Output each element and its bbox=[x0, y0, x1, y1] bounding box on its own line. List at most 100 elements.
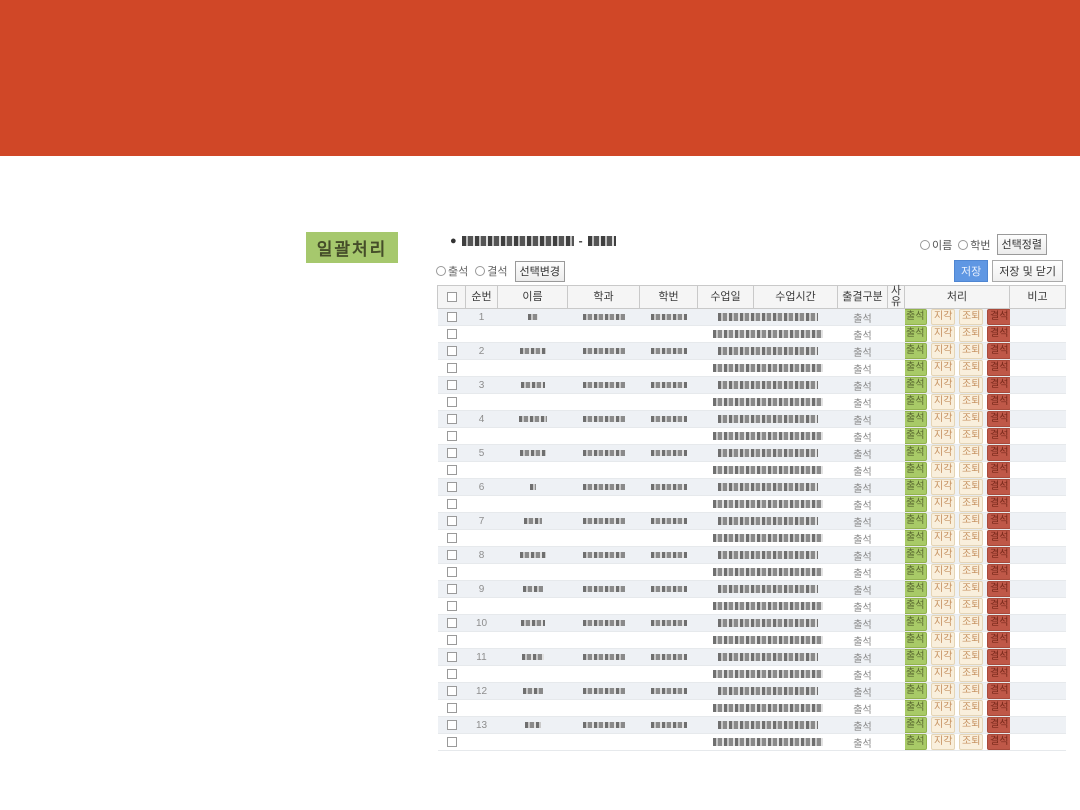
action-button-absent[interactable]: 결석 bbox=[987, 717, 1010, 733]
action-button-late[interactable]: 지각 bbox=[931, 496, 955, 512]
action-button-absent[interactable]: 결석 bbox=[987, 394, 1010, 410]
row-checkbox[interactable] bbox=[447, 686, 457, 696]
row-checkbox[interactable] bbox=[447, 363, 457, 373]
action-button-absent[interactable]: 결석 bbox=[987, 700, 1010, 716]
row-checkbox[interactable] bbox=[447, 346, 457, 356]
action-button-attend[interactable]: 출석 bbox=[905, 683, 928, 699]
action-button-late[interactable]: 지각 bbox=[931, 445, 955, 461]
action-button-attend[interactable]: 출석 bbox=[905, 734, 928, 750]
action-button-absent[interactable]: 결석 bbox=[987, 462, 1010, 478]
row-checkbox[interactable] bbox=[447, 567, 457, 577]
row-checkbox[interactable] bbox=[447, 703, 457, 713]
action-button-early-leave[interactable]: 조퇴 bbox=[959, 496, 983, 512]
row-checkbox[interactable] bbox=[447, 414, 457, 424]
action-button-absent[interactable]: 결석 bbox=[987, 343, 1010, 359]
action-button-late[interactable]: 지각 bbox=[931, 683, 955, 699]
action-button-late[interactable]: 지각 bbox=[931, 581, 955, 597]
action-button-attend[interactable]: 출석 bbox=[905, 530, 928, 546]
radio-icon[interactable] bbox=[958, 240, 968, 250]
action-button-absent[interactable]: 결석 bbox=[987, 428, 1010, 444]
save-button[interactable]: 저장 bbox=[954, 260, 988, 282]
action-button-attend[interactable]: 출석 bbox=[905, 717, 928, 733]
action-button-early-leave[interactable]: 조퇴 bbox=[959, 649, 983, 665]
action-button-early-leave[interactable]: 조퇴 bbox=[959, 700, 983, 716]
action-button-absent[interactable]: 결석 bbox=[987, 411, 1010, 427]
row-checkbox[interactable] bbox=[447, 465, 457, 475]
sort-by-id-option[interactable]: 학번 bbox=[958, 237, 990, 253]
action-button-attend[interactable]: 출석 bbox=[905, 343, 928, 359]
radio-icon[interactable] bbox=[920, 240, 930, 250]
row-checkbox[interactable] bbox=[447, 720, 457, 730]
action-button-absent[interactable]: 결석 bbox=[987, 445, 1010, 461]
action-button-absent[interactable]: 결석 bbox=[987, 479, 1010, 495]
action-button-late[interactable]: 지각 bbox=[931, 700, 955, 716]
row-checkbox[interactable] bbox=[447, 312, 457, 322]
row-checkbox[interactable] bbox=[447, 482, 457, 492]
radio-icon[interactable] bbox=[475, 266, 485, 276]
action-button-late[interactable]: 지각 bbox=[931, 564, 955, 580]
action-button-late[interactable]: 지각 bbox=[931, 309, 955, 325]
action-button-attend[interactable]: 출석 bbox=[905, 309, 928, 325]
action-button-early-leave[interactable]: 조퇴 bbox=[959, 309, 983, 325]
action-button-early-leave[interactable]: 조퇴 bbox=[959, 445, 983, 461]
row-checkbox[interactable] bbox=[447, 635, 457, 645]
sort-by-name-option[interactable]: 이름 bbox=[920, 237, 952, 253]
action-button-early-leave[interactable]: 조퇴 bbox=[959, 581, 983, 597]
row-checkbox[interactable] bbox=[447, 533, 457, 543]
action-button-late[interactable]: 지각 bbox=[931, 377, 955, 393]
action-button-late[interactable]: 지각 bbox=[931, 615, 955, 631]
action-button-absent[interactable]: 결석 bbox=[987, 734, 1010, 750]
action-button-attend[interactable]: 출석 bbox=[905, 632, 928, 648]
action-button-attend[interactable]: 출석 bbox=[905, 700, 928, 716]
row-checkbox[interactable] bbox=[447, 448, 457, 458]
select-all-checkbox[interactable] bbox=[447, 292, 457, 302]
action-button-absent[interactable]: 결석 bbox=[987, 564, 1010, 580]
action-button-late[interactable]: 지각 bbox=[931, 513, 955, 529]
action-button-early-leave[interactable]: 조퇴 bbox=[959, 683, 983, 699]
action-button-early-leave[interactable]: 조퇴 bbox=[959, 547, 983, 563]
action-button-late[interactable]: 지각 bbox=[931, 547, 955, 563]
row-checkbox[interactable] bbox=[447, 550, 457, 560]
action-button-attend[interactable]: 출석 bbox=[905, 547, 928, 563]
action-button-early-leave[interactable]: 조퇴 bbox=[959, 377, 983, 393]
action-button-attend[interactable]: 출석 bbox=[905, 326, 928, 342]
row-checkbox[interactable] bbox=[447, 584, 457, 594]
action-button-absent[interactable]: 결석 bbox=[987, 581, 1010, 597]
action-button-absent[interactable]: 결석 bbox=[987, 496, 1010, 512]
row-checkbox[interactable] bbox=[447, 618, 457, 628]
action-button-absent[interactable]: 결석 bbox=[987, 326, 1010, 342]
sort-apply-button[interactable]: 선택정렬 bbox=[997, 234, 1047, 255]
action-button-late[interactable]: 지각 bbox=[931, 666, 955, 682]
action-button-early-leave[interactable]: 조퇴 bbox=[959, 462, 983, 478]
action-button-early-leave[interactable]: 조퇴 bbox=[959, 411, 983, 427]
radio-icon[interactable] bbox=[436, 266, 446, 276]
action-button-absent[interactable]: 결석 bbox=[987, 649, 1010, 665]
row-checkbox[interactable] bbox=[447, 431, 457, 441]
action-button-attend[interactable]: 출석 bbox=[905, 649, 928, 665]
action-button-early-leave[interactable]: 조퇴 bbox=[959, 734, 983, 750]
action-button-attend[interactable]: 출석 bbox=[905, 462, 928, 478]
action-button-attend[interactable]: 출석 bbox=[905, 496, 928, 512]
row-checkbox[interactable] bbox=[447, 499, 457, 509]
action-button-attend[interactable]: 출석 bbox=[905, 394, 928, 410]
action-button-early-leave[interactable]: 조퇴 bbox=[959, 343, 983, 359]
action-button-attend[interactable]: 출석 bbox=[905, 445, 928, 461]
action-button-late[interactable]: 지각 bbox=[931, 530, 955, 546]
action-button-early-leave[interactable]: 조퇴 bbox=[959, 632, 983, 648]
bulk-absent-option[interactable]: 결석 bbox=[475, 263, 507, 279]
action-button-absent[interactable]: 결석 bbox=[987, 598, 1010, 614]
action-button-early-leave[interactable]: 조퇴 bbox=[959, 615, 983, 631]
save-and-close-button[interactable]: 저장 및 닫기 bbox=[992, 260, 1063, 282]
action-button-late[interactable]: 지각 bbox=[931, 394, 955, 410]
row-checkbox[interactable] bbox=[447, 652, 457, 662]
action-button-absent[interactable]: 결석 bbox=[987, 513, 1010, 529]
action-button-early-leave[interactable]: 조퇴 bbox=[959, 530, 983, 546]
action-button-early-leave[interactable]: 조퇴 bbox=[959, 598, 983, 614]
action-button-late[interactable]: 지각 bbox=[931, 717, 955, 733]
action-button-early-leave[interactable]: 조퇴 bbox=[959, 479, 983, 495]
action-button-attend[interactable]: 출석 bbox=[905, 377, 928, 393]
action-button-early-leave[interactable]: 조퇴 bbox=[959, 394, 983, 410]
row-checkbox[interactable] bbox=[447, 737, 457, 747]
action-button-attend[interactable]: 출석 bbox=[905, 428, 928, 444]
action-button-early-leave[interactable]: 조퇴 bbox=[959, 513, 983, 529]
